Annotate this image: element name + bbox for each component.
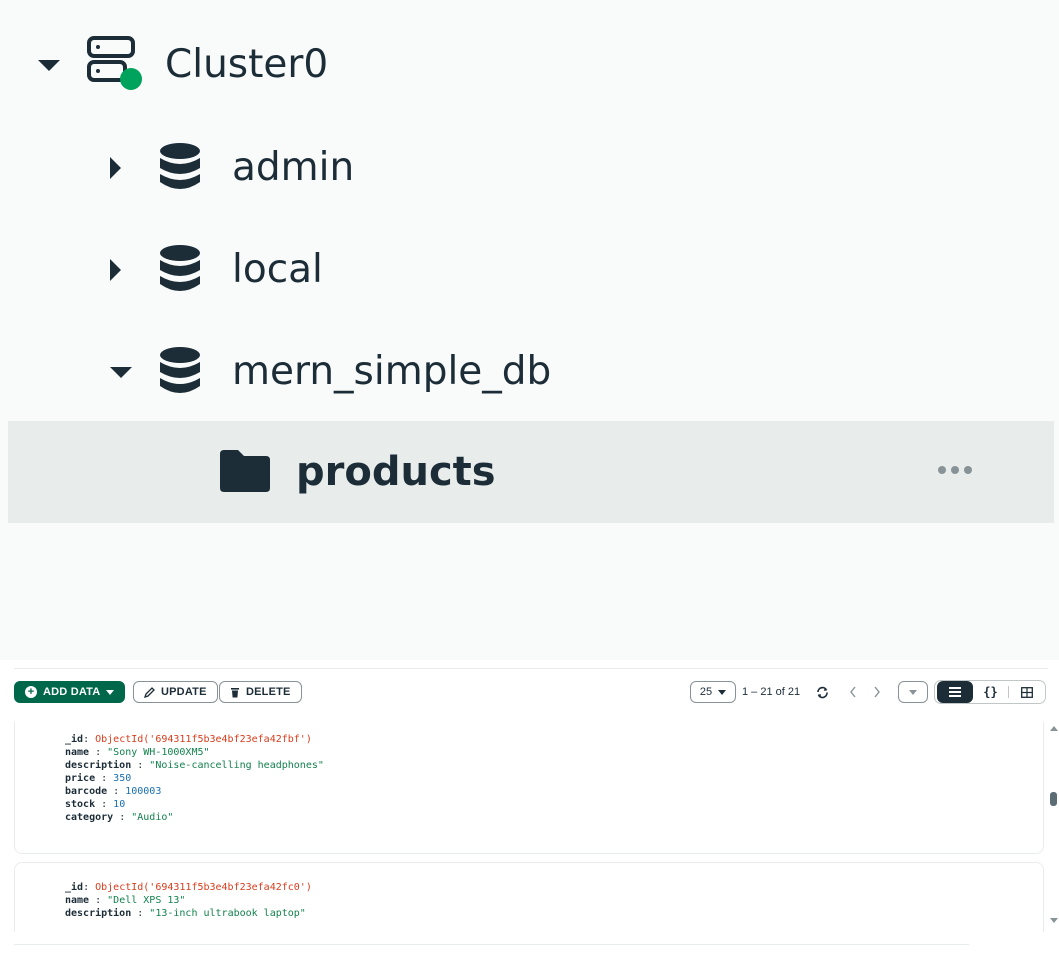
ellipsis-icon[interactable] bbox=[938, 466, 972, 474]
document-list-scrollbar[interactable] bbox=[1048, 722, 1059, 932]
document-field: _id: ObjectId('694311f5b3e4bf23efa42fc0'… bbox=[65, 882, 312, 893]
page-size-value: 25 bbox=[699, 686, 713, 698]
page-range: 1 – 21 of 21 bbox=[742, 686, 801, 698]
tree-item-local[interactable]: local bbox=[0, 220, 1059, 320]
document-field: stock : 10 bbox=[65, 799, 126, 810]
collection-label: products bbox=[296, 449, 496, 495]
server-icon bbox=[87, 36, 142, 90]
scroll-thumb[interactable] bbox=[1050, 792, 1057, 806]
chevron-right-icon[interactable] bbox=[870, 681, 884, 703]
delete-label: DELETE bbox=[246, 686, 291, 698]
chevron-down-icon[interactable] bbox=[38, 60, 60, 71]
database-icon bbox=[160, 143, 200, 189]
update-button[interactable]: UPDATE bbox=[133, 681, 218, 703]
chevron-right-icon[interactable] bbox=[110, 157, 121, 179]
database-icon bbox=[160, 245, 200, 291]
document-field: _id: ObjectId('694311f5b3e4bf23efa42fbf'… bbox=[65, 734, 312, 745]
tree-item-products[interactable] bbox=[8, 421, 1054, 523]
document-field: name : "Sony WH-1000XM5" bbox=[65, 747, 210, 758]
view-switcher: {} bbox=[934, 680, 1046, 704]
table-view-icon[interactable] bbox=[1009, 681, 1045, 703]
expand-options-toggle[interactable] bbox=[898, 681, 928, 703]
database-label: local bbox=[232, 247, 323, 292]
tree-item-mern-simple-db[interactable]: mern_simple_db bbox=[0, 322, 1059, 422]
list-view-icon[interactable] bbox=[937, 681, 973, 703]
document-list: _id: ObjectId('694311f5b3e4bf23efa42fbf'… bbox=[0, 722, 1059, 932]
document-field: description : "Noise-cancelling headphon… bbox=[65, 760, 324, 771]
chevron-down-icon bbox=[106, 689, 115, 695]
divider bbox=[14, 944, 969, 945]
scroll-up-icon[interactable] bbox=[1050, 726, 1058, 731]
delete-button[interactable]: DELETE bbox=[219, 681, 302, 703]
documents-toolbar: + ADD DATA UPDATE DELETE 25 1 – 21 of 21… bbox=[0, 668, 1059, 718]
chevron-down-icon[interactable] bbox=[110, 367, 132, 378]
add-data-button[interactable]: + ADD DATA bbox=[14, 681, 126, 703]
pencil-icon bbox=[144, 686, 155, 698]
document-field: name : "Dell XPS 13" bbox=[65, 895, 186, 906]
chevron-down-icon bbox=[718, 689, 727, 695]
plus-circle-icon: + bbox=[25, 686, 37, 698]
trash-icon bbox=[231, 687, 239, 697]
refresh-icon[interactable] bbox=[814, 681, 830, 703]
folder-icon bbox=[220, 450, 270, 492]
document-card[interactable]: _id: ObjectId('694311f5b3e4bf23efa42fbf'… bbox=[14, 722, 1044, 854]
chevron-down-icon bbox=[909, 689, 917, 695]
add-data-label: ADD DATA bbox=[43, 686, 101, 698]
document-card[interactable]: _id: ObjectId('694311f5b3e4bf23efa42fc0'… bbox=[14, 862, 1044, 932]
cluster-label: Cluster0 bbox=[165, 42, 329, 87]
connected-status-dot bbox=[120, 68, 142, 90]
tree-item-cluster[interactable]: Cluster0 bbox=[0, 15, 1059, 115]
json-view-icon[interactable]: {} bbox=[973, 681, 1009, 703]
document-field: description : "13-inch ultrabook laptop" bbox=[65, 908, 306, 919]
tree-item-admin[interactable]: admin bbox=[0, 118, 1059, 218]
database-label: admin bbox=[232, 145, 355, 190]
page-size-select[interactable]: 25 bbox=[690, 681, 736, 703]
database-icon bbox=[160, 347, 200, 393]
chevron-right-icon[interactable] bbox=[110, 259, 121, 281]
connection-tree: Cluster0 admin local mern_simple_db prod… bbox=[0, 0, 1059, 660]
document-field: barcode : 100003 bbox=[65, 786, 162, 797]
document-field: price : 350 bbox=[65, 773, 132, 784]
scroll-down-icon[interactable] bbox=[1050, 918, 1058, 923]
update-label: UPDATE bbox=[161, 686, 207, 698]
chevron-left-icon[interactable] bbox=[846, 681, 860, 703]
database-label: mern_simple_db bbox=[232, 349, 552, 394]
document-field: category : "Audio" bbox=[65, 812, 174, 823]
divider bbox=[14, 668, 1048, 669]
